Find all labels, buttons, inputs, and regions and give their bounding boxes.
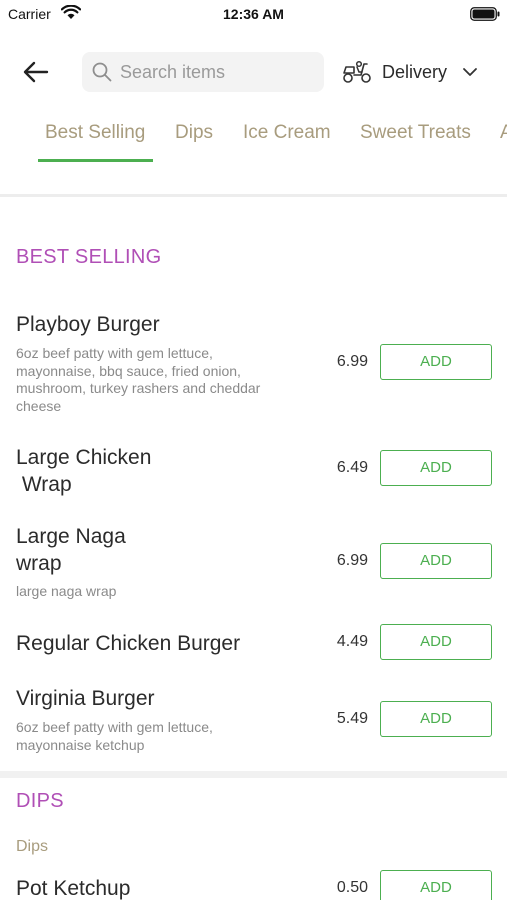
section-title-best-selling: BEST SELLING [16, 246, 162, 268]
clock-time: 12:36 AM [223, 6, 284, 22]
item-price: 0.50 [336, 879, 368, 896]
item-description: large naga wrap [16, 583, 117, 599]
scooter-icon [343, 60, 371, 83]
item-price: 6.49 [336, 459, 368, 476]
item-name: Wrap [16, 473, 72, 496]
item-name: Large Naga [16, 525, 126, 548]
arrow-left-icon [23, 61, 49, 83]
item-description: mayonnaise, bbq sauce, fried onion, [16, 362, 241, 379]
category-tabs: Best Selling Dips Ice Cream Sweet Treats… [0, 112, 507, 164]
tab-best-selling[interactable]: Best Selling [45, 122, 145, 144]
tab-sweet-treats[interactable]: Sweet Treats [360, 122, 471, 144]
item-description: 6oz beef patty with gem lettuce, [16, 719, 213, 735]
item-description: mayonnaise ketchup [16, 736, 145, 753]
item-name: Playboy Burger [16, 313, 160, 336]
tab-dips[interactable]: Dips [175, 122, 213, 144]
add-button[interactable]: ADD [380, 543, 492, 579]
search-icon [92, 62, 112, 82]
item-name: Virginia Burger [16, 687, 155, 710]
status-bar: Carrier 12:36 AM [0, 0, 507, 28]
header-divider [0, 194, 507, 197]
section-title-dips: DIPS [16, 790, 64, 812]
delivery-mode-select[interactable]: Delivery [340, 54, 500, 90]
search-input[interactable] [120, 52, 316, 92]
item-name: wrap [16, 552, 62, 575]
item-price: 6.99 [336, 552, 368, 569]
add-button[interactable]: ADD [380, 870, 492, 900]
add-button[interactable]: ADD [380, 701, 492, 737]
menu-screen: Carrier 12:36 AM Search items Delivery B… [0, 0, 507, 900]
item-description: cheese [16, 397, 62, 414]
section-divider [0, 771, 507, 778]
tab-ice-cream[interactable]: Ice Cream [243, 122, 331, 144]
item-price: 4.49 [336, 633, 368, 650]
add-button[interactable]: ADD [380, 450, 492, 486]
subcategory-label: Dips [16, 838, 49, 855]
chevron-down-icon [463, 68, 477, 76]
back-button[interactable] [16, 54, 56, 90]
item-price: 6.99 [336, 353, 368, 370]
battery-icon [470, 7, 500, 21]
item-name: Pot Ketchup [16, 877, 131, 900]
add-button[interactable]: ADD [380, 344, 492, 380]
item-description: mushroom, turkey rashers and cheddar [16, 380, 261, 396]
header-bar: Delivery [0, 44, 507, 100]
item-price: 5.49 [336, 710, 368, 727]
item-name: Large Chicken [16, 446, 152, 469]
tab-next-category[interactable]: A [500, 122, 507, 144]
item-name: Regular Chicken Burger [16, 632, 241, 655]
search-box[interactable] [82, 52, 324, 92]
add-button[interactable]: ADD [380, 624, 492, 660]
item-description: 6oz beef patty with gem lettuce, [16, 345, 213, 361]
delivery-label: Delivery [382, 62, 448, 82]
active-tab-indicator [38, 159, 153, 162]
